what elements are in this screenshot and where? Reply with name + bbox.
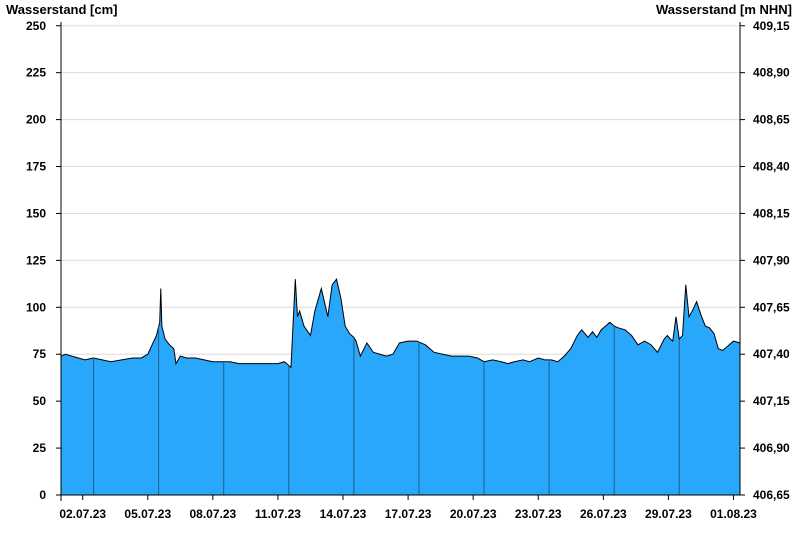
right-axis-tick-labels: 406,65 406,90 407,15 407,40 407,65 407,90 408,… — [753, 19, 790, 502]
right-tick-label: 408,65 — [753, 113, 790, 127]
right-tick-label: 407,40 — [753, 347, 790, 361]
left-tick-label: 200 — [26, 113, 46, 127]
left-tick-label: 150 — [26, 206, 46, 220]
x-tick-label: 17.07.23 — [385, 507, 432, 521]
x-tick-label: 08.07.23 — [189, 507, 236, 521]
x-tick-label: 23.07.23 — [515, 507, 562, 521]
left-tick-label: 100 — [26, 300, 46, 314]
right-tick-label: 406,65 — [753, 488, 790, 502]
x-tick-label: 29.07.23 — [645, 507, 692, 521]
right-tick-label: 408,40 — [753, 160, 790, 174]
left-tick-label: 225 — [26, 66, 46, 80]
right-axis-title: Wasserstand [m NHN] — [656, 2, 792, 17]
left-tick-label: 25 — [33, 441, 47, 455]
left-tick-label: 75 — [33, 347, 47, 361]
x-tick-label: 01.08.23 — [710, 507, 757, 521]
area-fill — [61, 279, 740, 495]
x-tick-label: 05.07.23 — [124, 507, 171, 521]
left-tick-label: 125 — [26, 253, 46, 267]
x-tick-label: 11.07.23 — [255, 507, 301, 521]
right-tick-label: 408,90 — [753, 66, 790, 80]
left-tick-label: 50 — [33, 394, 47, 408]
x-tick-label: 02.07.23 — [59, 507, 106, 521]
right-tick-label: 407,65 — [753, 300, 790, 314]
left-tick-label: 175 — [26, 160, 46, 174]
left-tick-label: 250 — [26, 19, 46, 33]
right-tick-label: 407,90 — [753, 253, 790, 267]
x-tick-label: 20.07.23 — [450, 507, 497, 521]
x-tick-label: 14.07.23 — [320, 507, 367, 521]
left-tick-label: 0 — [39, 488, 46, 502]
x-tick-label: 26.07.23 — [580, 507, 627, 521]
right-tick-label: 407,15 — [753, 394, 790, 408]
left-axis-title: Wasserstand [cm] — [6, 2, 118, 17]
water-level-area — [60, 278, 741, 495]
x-axis-tick-labels: 02.07.23 05.07.23 08.07.23 11.07.23 14.07.23… — [59, 507, 757, 521]
right-tick-label: 409,15 — [753, 19, 790, 33]
left-axis-tick-labels: 0 25 50 75 100 125 150 175 200 225 250 — [26, 19, 46, 502]
right-tick-label: 408,15 — [753, 206, 790, 220]
right-tick-label: 406,90 — [753, 441, 790, 455]
water-level-chart: 0 25 50 75 100 125 150 175 200 225 250 406,65 406,9… — [6, 2, 792, 521]
